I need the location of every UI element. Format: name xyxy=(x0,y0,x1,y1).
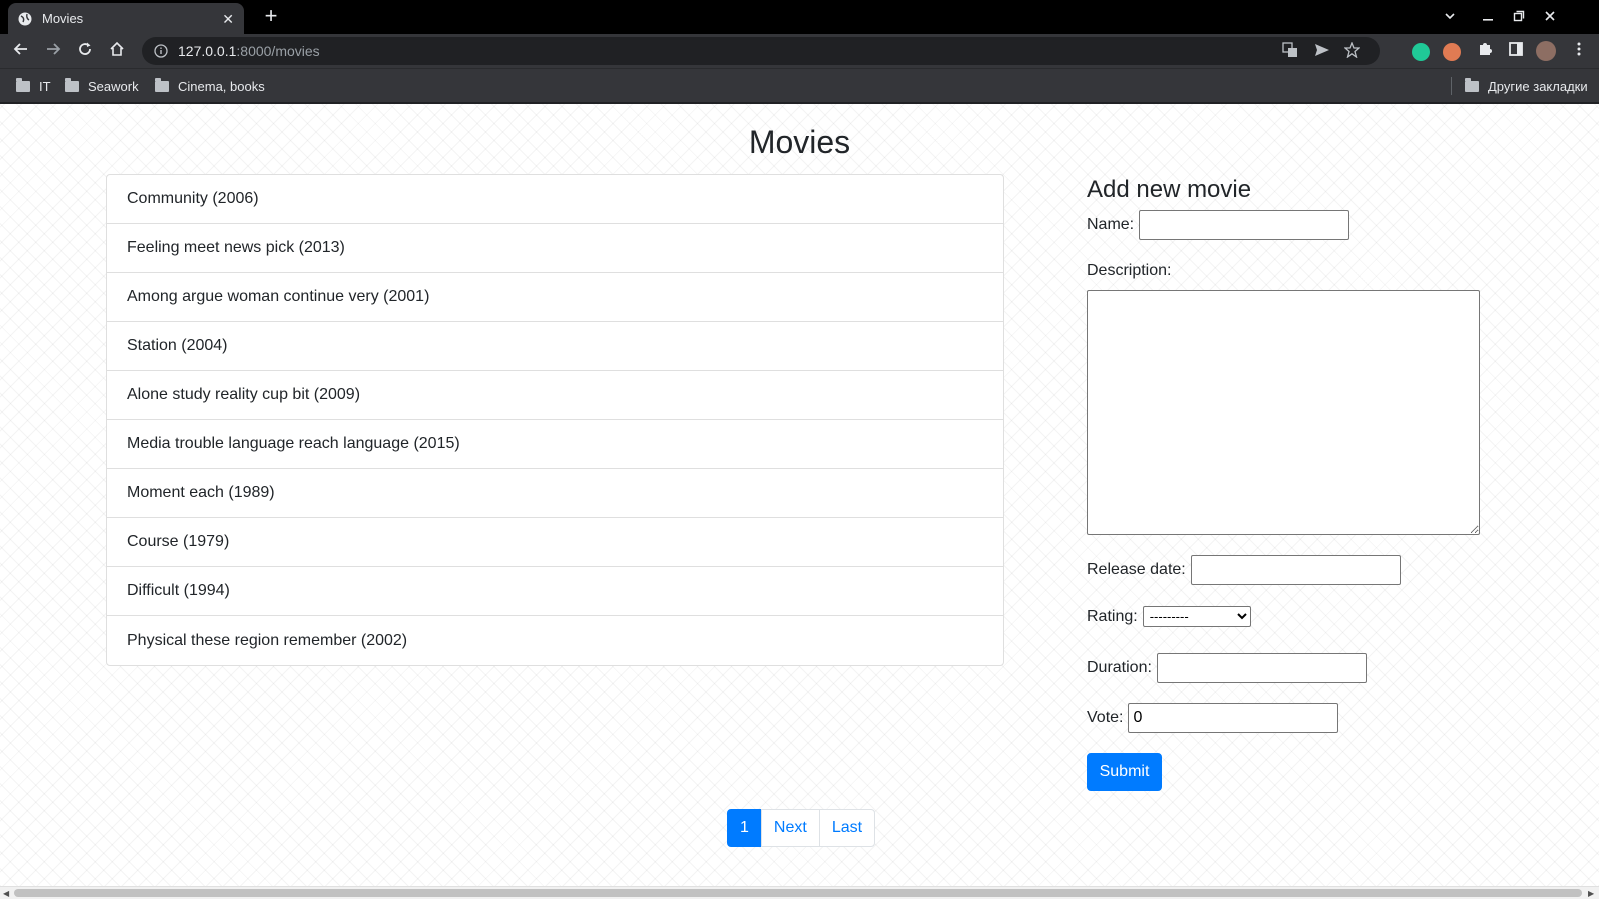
page-next[interactable]: Next xyxy=(760,809,820,847)
puzzle-icon[interactable] xyxy=(1472,38,1498,64)
vote-label: Vote: xyxy=(1087,709,1124,726)
folder-icon xyxy=(1465,77,1479,92)
list-item[interactable]: Alone study reality cup bit (2009) xyxy=(107,371,1003,420)
release-date-label: Release date: xyxy=(1087,561,1186,578)
other-bookmarks[interactable]: Другие закладки xyxy=(1465,76,1588,96)
list-item[interactable]: Moment each (1989) xyxy=(107,469,1003,518)
bookmark-cinema-books[interactable]: Cinema, books xyxy=(155,76,265,96)
name-label: Name: xyxy=(1087,216,1135,233)
folder-icon xyxy=(16,77,30,92)
vote-row: Vote: xyxy=(1087,703,1339,733)
bookmark-it[interactable]: IT xyxy=(16,76,51,96)
browser-chrome: Movies ✕ + 127.0.0.1:8000/movies IT Sea… xyxy=(0,0,1599,104)
home-icon[interactable] xyxy=(104,38,130,64)
list-item[interactable]: Course (1979) xyxy=(107,518,1003,567)
description-label: Description: xyxy=(1087,262,1172,279)
release-date-input[interactable] xyxy=(1190,555,1401,585)
list-item[interactable]: Among argue woman continue very (2001) xyxy=(107,273,1003,322)
list-item[interactable]: Difficult (1994) xyxy=(107,567,1003,616)
globe-icon xyxy=(18,12,32,25)
movie-list: Community (2006) Feeling meet news pick … xyxy=(106,174,1004,666)
list-item[interactable]: Community (2006) xyxy=(107,175,1003,224)
tab-search-icon[interactable] xyxy=(1438,5,1462,29)
url-path: :8000/movies xyxy=(236,43,320,59)
reload-icon[interactable] xyxy=(72,38,98,64)
bookmarks-bar: IT Seawork Cinema, books Другие закладки xyxy=(0,68,1599,102)
rating-row: Rating: --------- xyxy=(1087,606,1251,627)
description-row: Description: xyxy=(1087,262,1171,280)
list-item[interactable]: Media trouble language reach language (2… xyxy=(107,420,1003,469)
browser-toolbar: 127.0.0.1:8000/movies xyxy=(0,34,1599,68)
scroll-left-icon[interactable]: ◀ xyxy=(3,887,9,899)
page-content: Movies Community (2006) Feeling meet new… xyxy=(0,104,1599,886)
name-row: Name: xyxy=(1087,210,1350,240)
scrollbar-thumb[interactable] xyxy=(14,889,1582,897)
close-icon[interactable]: ✕ xyxy=(222,12,234,26)
pagination: 1 Next Last xyxy=(727,809,876,847)
close-window-icon[interactable] xyxy=(1538,5,1562,29)
folder-icon xyxy=(65,77,79,92)
submit-button[interactable]: Submit xyxy=(1087,753,1162,791)
translate-icon[interactable] xyxy=(1280,42,1300,62)
avatar[interactable] xyxy=(1536,41,1556,61)
tab-strip: Movies ✕ + xyxy=(0,0,1599,34)
release-date-row: Release date: xyxy=(1087,555,1401,585)
url-host: 127.0.0.1 xyxy=(178,43,237,59)
back-icon[interactable] xyxy=(8,38,34,64)
add-movie-form: Add new movie Name: Description: Release… xyxy=(1087,174,1507,791)
vote-input[interactable] xyxy=(1128,703,1339,733)
form-heading: Add new movie xyxy=(1087,176,1252,203)
description-textarea[interactable] xyxy=(1087,290,1480,535)
duration-row: Duration: xyxy=(1087,653,1367,683)
shield-extension-icon[interactable] xyxy=(1412,43,1430,61)
rating-label: Rating: xyxy=(1087,607,1138,625)
folder-icon xyxy=(155,77,169,92)
page-last[interactable]: Last xyxy=(818,809,876,847)
forward-icon[interactable] xyxy=(40,38,66,64)
bookmarks-divider xyxy=(1451,77,1452,95)
page-title: Movies xyxy=(748,124,851,160)
list-item[interactable]: Station (2004) xyxy=(107,322,1003,371)
list-item[interactable]: Feeling meet news pick (2013) xyxy=(107,224,1003,273)
scroll-right-icon[interactable]: ▶ xyxy=(1588,887,1594,899)
star-icon[interactable] xyxy=(1342,41,1362,62)
restore-icon[interactable] xyxy=(1507,5,1531,29)
send-icon[interactable] xyxy=(1312,42,1332,62)
bookmark-seawork[interactable]: Seawork xyxy=(65,76,139,96)
side-panel-icon[interactable] xyxy=(1503,38,1529,64)
owl-extension-icon[interactable] xyxy=(1443,43,1461,61)
menu-icon[interactable] xyxy=(1566,38,1592,64)
page-current[interactable]: 1 xyxy=(727,809,762,847)
new-tab-button[interactable]: + xyxy=(258,4,284,30)
rating-select[interactable]: --------- xyxy=(1142,606,1251,627)
duration-input[interactable] xyxy=(1156,653,1367,683)
minimize-icon[interactable] xyxy=(1476,5,1500,29)
info-icon[interactable] xyxy=(154,44,168,58)
duration-label: Duration: xyxy=(1087,659,1152,676)
horizontal-scrollbar[interactable]: ◀ ▶ xyxy=(0,886,1599,899)
name-input[interactable] xyxy=(1139,210,1350,240)
address-bar[interactable]: 127.0.0.1:8000/movies xyxy=(142,37,1380,65)
list-item[interactable]: Physical these region remember (2002) xyxy=(107,616,1003,665)
tab-movies[interactable]: Movies ✕ xyxy=(8,3,244,34)
tab-title: Movies xyxy=(42,11,84,26)
